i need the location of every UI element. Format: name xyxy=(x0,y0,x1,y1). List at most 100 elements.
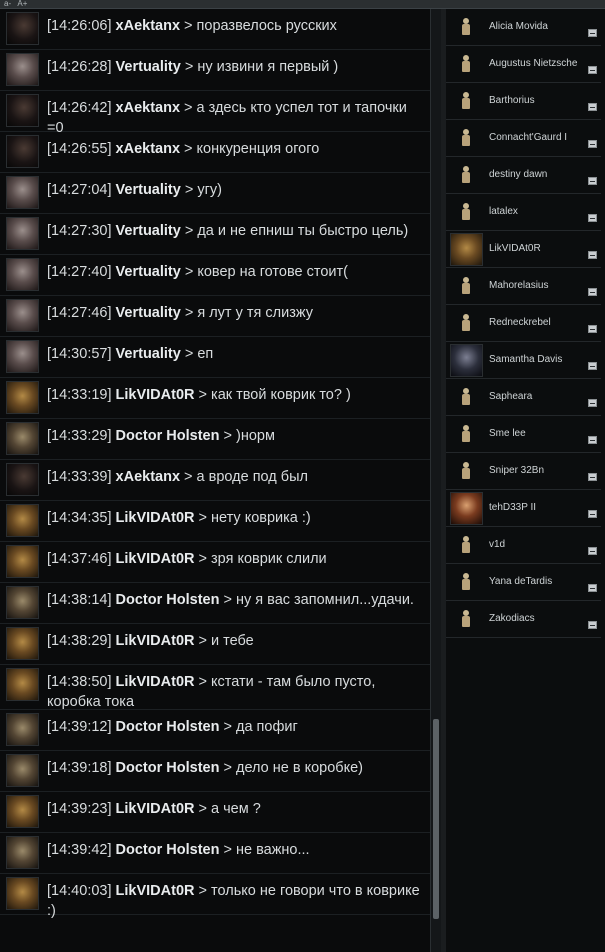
message-separator: > xyxy=(180,18,197,34)
member-menu-button[interactable] xyxy=(588,436,597,444)
sender-avatar[interactable] xyxy=(6,381,39,414)
member-menu-button[interactable] xyxy=(588,177,597,185)
sender-name[interactable]: Doctor Holsten xyxy=(116,592,220,608)
member-menu-button[interactable] xyxy=(588,547,597,555)
member-item[interactable]: Augustus Nietzsche xyxy=(446,46,601,83)
sender-name[interactable]: LikVIDAt0R xyxy=(116,674,195,690)
sender-name[interactable]: xAektanx xyxy=(116,469,180,485)
font-increase-button[interactable]: A+ xyxy=(17,0,27,8)
member-menu-button[interactable] xyxy=(588,214,597,222)
sender-name[interactable]: LikVIDAt0R xyxy=(116,633,195,649)
member-menu-button[interactable] xyxy=(588,29,597,37)
member-item[interactable]: Sapheara xyxy=(446,379,601,416)
member-menu-button[interactable] xyxy=(588,103,597,111)
member-item[interactable]: latalex xyxy=(446,194,601,231)
member-item[interactable]: Alicia Movida xyxy=(446,9,601,46)
member-menu-button[interactable] xyxy=(588,325,597,333)
sender-name[interactable]: LikVIDAt0R xyxy=(116,387,195,403)
sender-avatar[interactable] xyxy=(6,258,39,291)
member-name: Yana deTardis xyxy=(489,576,553,587)
sender-avatar[interactable] xyxy=(6,668,39,701)
member-name: Samantha Davis xyxy=(489,354,563,365)
sender-avatar[interactable] xyxy=(6,795,39,828)
sender-name[interactable]: Vertuality xyxy=(116,59,181,75)
font-decrease-button[interactable]: a- xyxy=(4,0,11,8)
sender-avatar[interactable] xyxy=(6,504,39,537)
member-item[interactable]: Barthorius xyxy=(446,83,601,120)
member-item[interactable]: Yana deTardis xyxy=(446,564,601,601)
member-item[interactable]: Sniper 32Bn xyxy=(446,453,601,490)
member-menu-button[interactable] xyxy=(588,140,597,148)
sender-avatar[interactable] xyxy=(6,877,39,910)
sender-name[interactable]: LikVIDAt0R xyxy=(116,801,195,817)
member-item[interactable]: Redneckrebel xyxy=(446,305,601,342)
sender-avatar[interactable] xyxy=(6,94,39,127)
message-body: поразвелось русских xyxy=(196,18,337,34)
sender-avatar[interactable] xyxy=(6,135,39,168)
member-item[interactable]: destiny dawn xyxy=(446,157,601,194)
sender-avatar[interactable] xyxy=(6,176,39,209)
member-menu-button[interactable] xyxy=(588,66,597,74)
sender-avatar[interactable] xyxy=(6,53,39,86)
member-menu-button[interactable] xyxy=(588,621,597,629)
sender-name[interactable]: Doctor Holsten xyxy=(116,842,220,858)
member-menu-button[interactable] xyxy=(588,473,597,481)
member-item[interactable]: LikVIDAt0R xyxy=(446,231,601,268)
member-menu-button[interactable] xyxy=(588,362,597,370)
message-timestamp: [14:33:29] xyxy=(47,428,112,444)
member-item[interactable]: Sme lee xyxy=(446,416,601,453)
sender-avatar[interactable] xyxy=(6,299,39,332)
sender-avatar[interactable] xyxy=(6,463,39,496)
sender-name[interactable]: xAektanx xyxy=(116,141,180,157)
message-separator: > xyxy=(180,264,198,280)
sender-avatar[interactable] xyxy=(6,713,39,746)
sender-name[interactable]: Doctor Holsten xyxy=(116,760,220,776)
sender-avatar[interactable] xyxy=(6,217,39,250)
sender-name[interactable]: Doctor Holsten xyxy=(116,428,220,444)
sender-name[interactable]: Doctor Holsten xyxy=(116,719,220,735)
chat-log[interactable]: [14:26:06] xAektanx > поразвелось русски… xyxy=(0,9,430,952)
member-silhouette-icon xyxy=(454,422,478,446)
message-body: угу) xyxy=(197,182,222,198)
member-name: Connacht'Gaurd I xyxy=(489,132,568,143)
member-menu-button[interactable] xyxy=(588,399,597,407)
member-silhouette-icon xyxy=(454,274,478,298)
scrollbar-thumb[interactable] xyxy=(433,719,439,919)
sender-avatar[interactable] xyxy=(6,422,39,455)
sender-avatar[interactable] xyxy=(6,754,39,787)
chat-scrollbar[interactable] xyxy=(430,9,441,952)
sender-name[interactable]: xAektanx xyxy=(116,18,180,34)
sender-name[interactable]: Vertuality xyxy=(116,346,181,362)
sender-name[interactable]: Vertuality xyxy=(116,223,181,239)
sender-avatar[interactable] xyxy=(6,12,39,45)
member-item[interactable]: Connacht'Gaurd I xyxy=(446,120,601,157)
sender-name[interactable]: LikVIDAt0R xyxy=(116,510,195,526)
member-item[interactable]: Mahorelasius xyxy=(446,268,601,305)
sender-name[interactable]: Vertuality xyxy=(116,305,181,321)
sender-name[interactable]: Vertuality xyxy=(116,182,181,198)
member-menu-button[interactable] xyxy=(588,251,597,259)
member-item[interactable]: tehD33P II xyxy=(446,490,601,527)
chat-message: [14:34:35] LikVIDAt0R > нету коврика :) xyxy=(0,500,430,542)
sender-name[interactable]: Vertuality xyxy=(116,264,181,280)
message-timestamp: [14:38:14] xyxy=(47,592,112,608)
member-menu-button[interactable] xyxy=(588,584,597,592)
message-separator: > xyxy=(194,551,212,567)
member-item[interactable]: Zakodiacs xyxy=(446,601,601,638)
member-menu-button[interactable] xyxy=(588,288,597,296)
sender-avatar[interactable] xyxy=(6,340,39,373)
member-silhouette-icon xyxy=(454,570,478,594)
sender-name[interactable]: LikVIDAt0R xyxy=(116,883,195,899)
sender-avatar[interactable] xyxy=(6,836,39,869)
member-item[interactable]: Samantha Davis xyxy=(446,342,601,379)
message-separator: > xyxy=(180,59,198,75)
sender-name[interactable]: xAektanx xyxy=(116,100,180,116)
sender-avatar[interactable] xyxy=(6,586,39,619)
member-item[interactable]: v1d xyxy=(446,527,601,564)
message-timestamp: [14:26:06] xyxy=(47,18,112,34)
sender-avatar[interactable] xyxy=(6,545,39,578)
sender-avatar[interactable] xyxy=(6,627,39,660)
member-menu-button[interactable] xyxy=(588,510,597,518)
sender-name[interactable]: LikVIDAt0R xyxy=(116,551,195,567)
message-separator: > xyxy=(194,801,212,817)
